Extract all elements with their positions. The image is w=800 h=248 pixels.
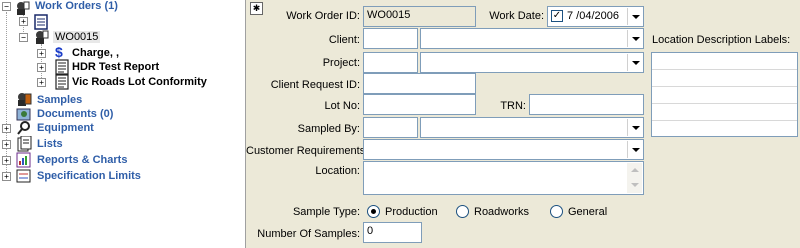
location-desc-list[interactable] xyxy=(651,52,798,137)
expand-toggle[interactable]: + xyxy=(2,156,11,165)
project-code-input[interactable] xyxy=(363,52,418,73)
work-order-icon xyxy=(36,30,49,44)
list-icon xyxy=(34,14,48,30)
sampled-by-label: Sampled By: xyxy=(297,123,360,135)
project-label: Project: xyxy=(322,57,360,69)
work-date-value[interactable]: 7 /04/2006 xyxy=(567,10,619,22)
samples-icon xyxy=(18,93,32,106)
radio-roadworks[interactable] xyxy=(456,205,469,218)
radio-production[interactable] xyxy=(367,205,380,218)
expand-toggle[interactable]: + xyxy=(2,140,11,149)
client-select[interactable] xyxy=(420,28,644,49)
expand-toggle[interactable]: + xyxy=(37,78,46,87)
tree-item-reports[interactable]: Reports & Charts xyxy=(37,154,127,166)
sampled-by-select[interactable] xyxy=(420,117,644,138)
report-icon xyxy=(55,74,69,90)
work-date-label: Work Date: xyxy=(489,10,544,22)
work-orders-icon xyxy=(17,1,30,15)
work-order-id-field: WO0015 xyxy=(363,6,476,27)
location-label: Location: xyxy=(315,165,360,177)
client-request-input[interactable] xyxy=(363,73,476,94)
sample-type-label: Sample Type: xyxy=(292,206,360,218)
tree-item-charge[interactable]: Charge, , xyxy=(72,47,119,59)
tree-item-spec-limits[interactable]: Specification Limits xyxy=(37,170,141,182)
list-item[interactable] xyxy=(652,53,797,70)
spec-limits-icon xyxy=(16,169,31,183)
tree-item-wo0015[interactable]: WO0015 xyxy=(53,31,101,43)
radio-general[interactable] xyxy=(550,205,563,218)
client-code-input[interactable] xyxy=(363,28,418,49)
expand-toggle[interactable]: + xyxy=(2,172,11,181)
tree-item-hdr-report[interactable]: HDR Test Report xyxy=(72,61,159,73)
list-item[interactable] xyxy=(652,121,797,138)
dollar-icon: $ xyxy=(55,44,63,60)
reports-icon xyxy=(16,152,31,168)
work-date-picker[interactable]: ✓ 7 /04/2006 xyxy=(547,6,644,27)
tree-item-work-orders[interactable]: Work Orders (1) xyxy=(35,0,118,12)
expand-toggle[interactable]: + xyxy=(37,63,46,72)
chevron-down-icon[interactable] xyxy=(627,8,642,25)
radio-general-label[interactable]: General xyxy=(568,206,607,218)
chevron-down-icon[interactable] xyxy=(627,30,642,47)
num-samples-input[interactable]: 0 xyxy=(363,222,422,243)
tree-item-samples[interactable]: Samples xyxy=(37,94,82,106)
trn-label: TRN: xyxy=(500,100,526,112)
navigation-tree[interactable]: − Work Orders (1) + − WO0015 + $ Charge,… xyxy=(0,0,244,248)
lot-no-input[interactable] xyxy=(363,94,476,115)
client-label: Client: xyxy=(328,34,360,46)
scroll-up-icon[interactable] xyxy=(627,163,642,178)
radio-roadworks-label[interactable]: Roadworks xyxy=(474,206,529,218)
customer-req-label: Customer Requirements: xyxy=(246,145,369,157)
radio-production-label[interactable]: Production xyxy=(385,206,438,218)
tree-item-lists[interactable]: Lists xyxy=(37,138,63,150)
lot-no-label: Lot No: xyxy=(324,100,360,112)
location-desc-label: Location Description Labels: xyxy=(652,34,791,46)
lists-icon xyxy=(17,136,32,152)
chevron-down-icon[interactable] xyxy=(627,54,642,71)
scroll-down-icon[interactable] xyxy=(627,178,642,193)
chevron-down-icon[interactable] xyxy=(627,141,642,158)
collapse-toggle[interactable]: − xyxy=(2,2,11,11)
sampled-by-code-input[interactable] xyxy=(363,117,418,138)
expand-toggle[interactable]: + xyxy=(19,17,28,26)
work-order-id-label: Work Order ID: xyxy=(286,10,360,22)
trn-input[interactable] xyxy=(529,94,644,115)
work-order-form: ✱ Work Order ID: WO0015 Work Date: ✓ 7 /… xyxy=(246,0,800,248)
tree-item-vic-roads[interactable]: Vic Roads Lot Conformity xyxy=(72,76,207,88)
collapse-toggle[interactable]: − xyxy=(19,33,28,42)
tree-line xyxy=(6,12,7,180)
customer-req-select[interactable] xyxy=(363,139,644,160)
num-samples-label: Number Of Samples: xyxy=(257,228,360,240)
expand-toggle[interactable]: + xyxy=(2,124,11,133)
client-request-label: Client Request ID: xyxy=(270,79,360,91)
tree-item-documents[interactable]: Documents (0) xyxy=(37,108,113,120)
location-textarea[interactable] xyxy=(363,161,644,195)
expand-toggle[interactable]: + xyxy=(37,49,46,58)
list-item[interactable] xyxy=(652,87,797,104)
list-item[interactable] xyxy=(652,70,797,87)
work-date-checkbox[interactable]: ✓ xyxy=(551,10,563,22)
app-window: − Work Orders (1) + − WO0015 + $ Charge,… xyxy=(0,0,800,248)
equipment-icon xyxy=(17,121,30,135)
report-icon xyxy=(55,59,69,75)
project-select[interactable] xyxy=(420,52,644,73)
list-item[interactable] xyxy=(652,104,797,121)
tree-item-equipment[interactable]: Equipment xyxy=(37,122,94,134)
chevron-down-icon[interactable] xyxy=(627,119,642,136)
